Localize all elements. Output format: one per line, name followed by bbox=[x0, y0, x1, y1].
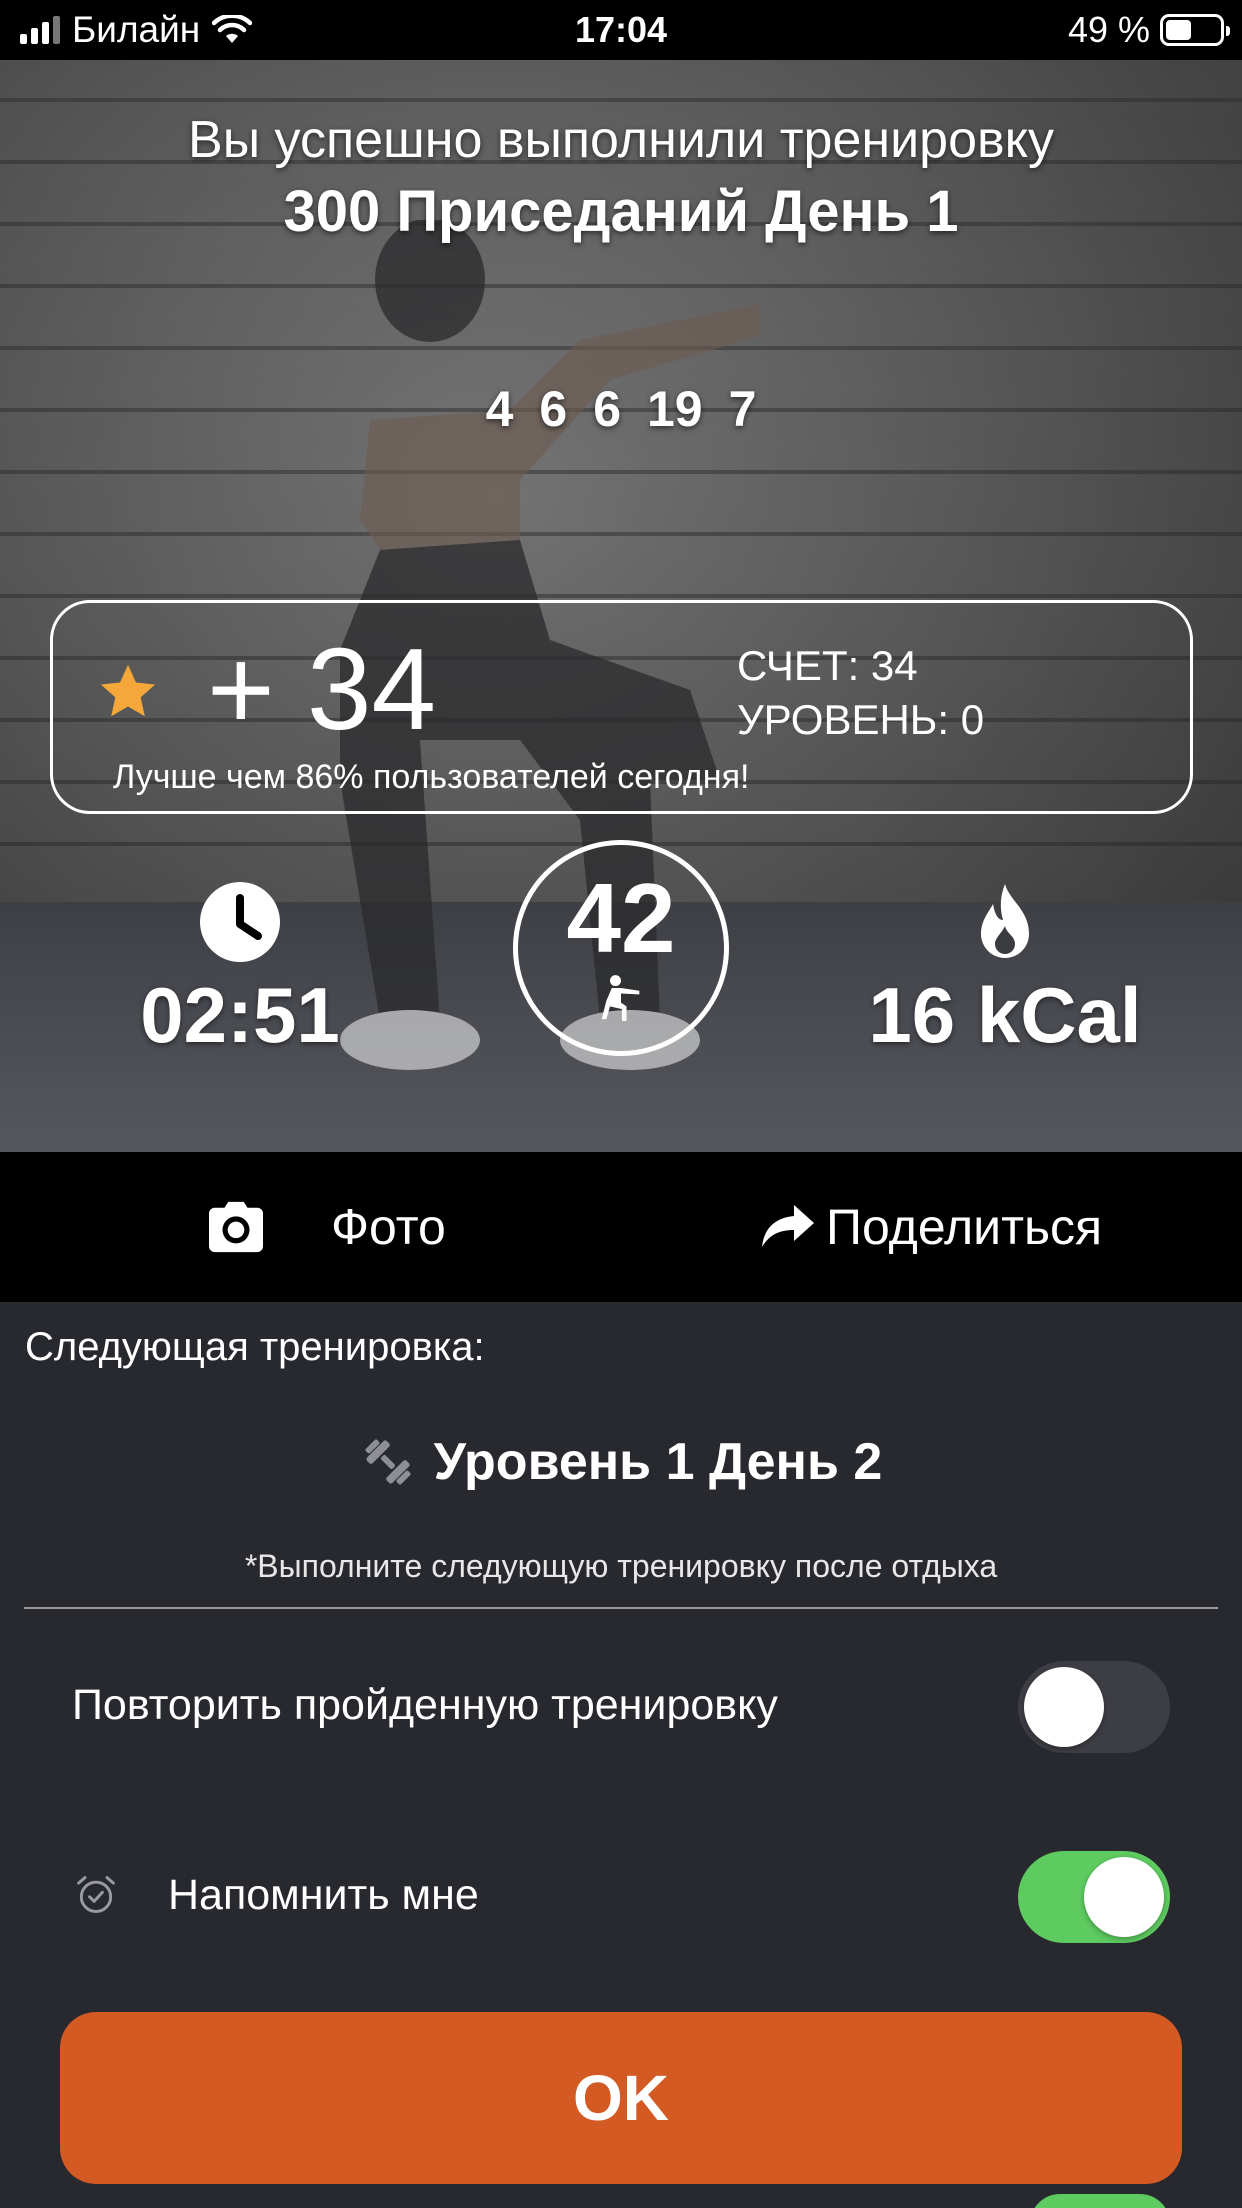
battery-icon bbox=[1160, 14, 1230, 46]
repeat-workout-row: Повторить пройденную тренировку bbox=[0, 1655, 1242, 1755]
score-total: СЧЕТ: 34 bbox=[737, 642, 918, 689]
alarm-clock-icon bbox=[77, 1876, 115, 1913]
star-icon bbox=[100, 664, 156, 717]
calories-value: 16 kCal bbox=[868, 971, 1142, 1059]
divider bbox=[24, 1607, 1218, 1609]
share-button[interactable]: Поделиться bbox=[760, 1197, 1102, 1257]
battery-percent: 49 % bbox=[1067, 9, 1150, 50]
next-workout-title: Уровень 1 День 2 bbox=[433, 1433, 883, 1491]
workout-summary-hero: Вы успешно выполнили тренировку 300 Прис… bbox=[0, 60, 1242, 1152]
squat-count: 42 bbox=[566, 863, 676, 973]
ok-button[interactable]: OK bbox=[60, 2012, 1182, 2184]
completion-message: Вы успешно выполнили тренировку bbox=[188, 111, 1054, 169]
status-right: 49 % bbox=[1067, 8, 1230, 52]
toggle-knob bbox=[1024, 1667, 1104, 1747]
camera-icon bbox=[209, 1201, 263, 1253]
next-workout-label: Следующая тренировка: bbox=[25, 1325, 485, 1369]
photo-label: Фото bbox=[331, 1199, 446, 1255]
score-card: + 34 СЧЕТ: 34 УРОВЕНЬ: 0 Лучше чем 86% п… bbox=[50, 600, 1193, 814]
score-stats: СЧЕТ: 34 УРОВЕНЬ: 0 bbox=[737, 639, 984, 747]
squat-icon bbox=[601, 975, 640, 1021]
repeat-workout-toggle[interactable] bbox=[1018, 1661, 1170, 1753]
action-bar: Фото Поделиться bbox=[0, 1152, 1242, 1302]
repeat-workout-label: Повторить пройденную тренировку bbox=[72, 1681, 778, 1729]
ranking-text: Лучше чем 86% пользователей сегодня! bbox=[113, 758, 750, 796]
workout-name: 300 Приседаний День 1 bbox=[283, 179, 959, 244]
reps-sets: 4 6 6 19 7 bbox=[0, 380, 1242, 438]
duration-stat: 02:51 bbox=[130, 882, 350, 1061]
flame-icon bbox=[981, 884, 1029, 958]
status-bar: Билайн 17:04 49 % bbox=[0, 0, 1242, 60]
status-time: 17:04 bbox=[574, 9, 668, 50]
rep-set-4: 19 bbox=[647, 381, 703, 437]
scroll-peek-element bbox=[1030, 2194, 1170, 2208]
clock-icon bbox=[200, 882, 280, 962]
rest-note: *Выполните следующую тренировку после от… bbox=[244, 1548, 998, 1584]
rep-set-5: 7 bbox=[728, 381, 757, 437]
share-label: Поделиться bbox=[826, 1199, 1103, 1255]
photo-button[interactable]: Фото bbox=[205, 1197, 446, 1257]
share-arrow-icon bbox=[762, 1205, 814, 1247]
battery-fill bbox=[1166, 20, 1192, 40]
toggle-knob bbox=[1084, 1857, 1164, 1937]
remind-me-row: Напомнить мне bbox=[0, 1845, 1242, 1945]
dumbbell-icon bbox=[365, 1439, 411, 1485]
rep-set-2: 6 bbox=[539, 381, 568, 437]
squat-count-circle: 42 bbox=[513, 840, 729, 1056]
next-workout: Уровень 1 День 2 bbox=[0, 1432, 1242, 1492]
calories-stat: 16 kCal bbox=[850, 882, 1160, 1061]
points-earned: + 34 bbox=[207, 624, 436, 754]
level-value: УРОВЕНЬ: 0 bbox=[737, 696, 985, 743]
rep-set-1: 4 bbox=[485, 381, 514, 437]
rep-set-3: 6 bbox=[593, 381, 621, 437]
remind-me-toggle[interactable] bbox=[1018, 1851, 1170, 1943]
duration-value: 02:51 bbox=[140, 971, 340, 1059]
remind-me-label: Напомнить мне bbox=[168, 1871, 479, 1919]
